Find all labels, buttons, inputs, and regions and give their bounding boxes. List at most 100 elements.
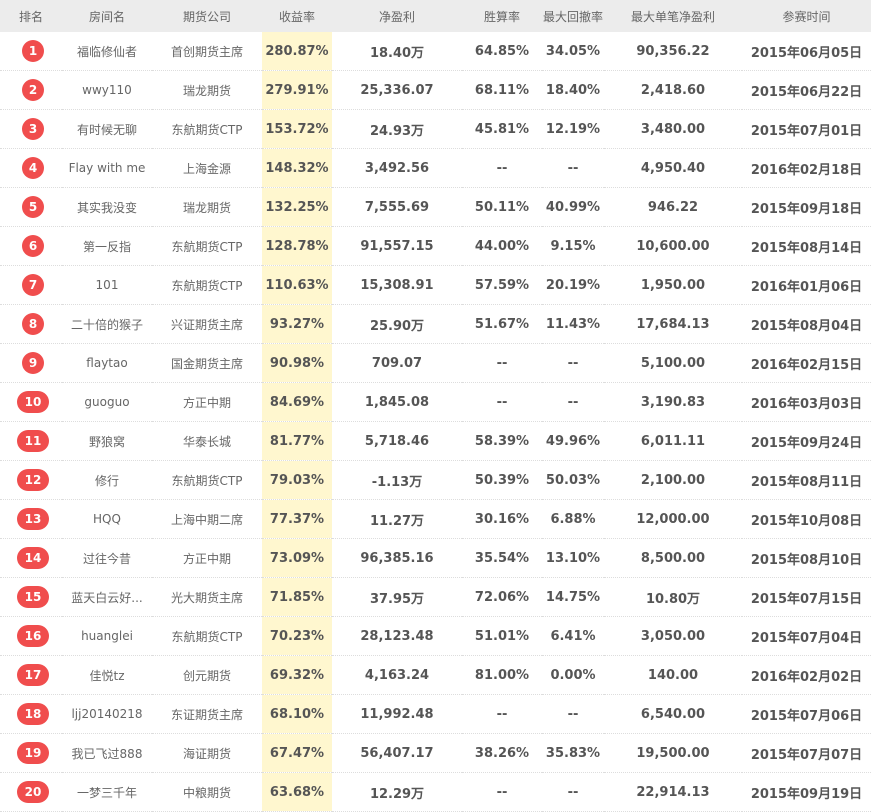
- max-single-profit-cell: 2,418.60: [604, 70, 742, 110]
- table-body: 1 福临修仙者 首创期货主席 280.87% 18.40万 64.85% 34.05% 90,…: [0, 32, 871, 812]
- col-header-room[interactable]: 房间名: [62, 0, 152, 32]
- col-header-return-rate[interactable]: 收益率: [262, 0, 332, 32]
- col-header-rank[interactable]: 排名: [0, 0, 62, 32]
- join-time-cell: 2015年09月24日: [742, 421, 871, 461]
- table-row[interactable]: 4 Flay with me 上海金源 148.32% 3,492.56 -- -- 4,95…: [0, 148, 871, 188]
- table-row[interactable]: 20 一梦三千年 中粮期货 63.68% 12.29万 -- -- 22,914.13 2015…: [0, 772, 871, 812]
- room-name-link[interactable]: 佳悦tz: [89, 669, 124, 683]
- room-name-cell[interactable]: 我已飞过888: [62, 733, 152, 773]
- net-profit-cell: 11,992.48: [332, 694, 462, 734]
- win-rate-cell: 72.06%: [462, 577, 542, 617]
- rank-cell: 14: [0, 538, 62, 578]
- room-name-cell[interactable]: 福临修仙者: [62, 32, 152, 71]
- max-single-profit-cell: 3,190.83: [604, 382, 742, 422]
- table-row[interactable]: 6 第一反指 东航期货CTP 128.78% 91,557.15 44.00% 9.15% 1…: [0, 226, 871, 266]
- room-name-cell[interactable]: 佳悦tz: [62, 655, 152, 695]
- table-row[interactable]: 18 ljj20140218 东证期货主席 68.10% 11,992.48 -- -- 6,…: [0, 694, 871, 734]
- room-name-link[interactable]: 有时候无聊: [77, 123, 137, 137]
- max-drawdown-cell: --: [542, 772, 604, 812]
- col-header-max-drawdown[interactable]: 最大回撤率: [542, 0, 604, 32]
- max-drawdown-cell: 6.88%: [542, 499, 604, 539]
- table-row[interactable]: 10 guoguo 方正中期 84.69% 1,845.08 -- -- 3,190.83 20…: [0, 382, 871, 422]
- company-cell: 东航期货CTP: [152, 265, 262, 305]
- room-name-cell[interactable]: 其实我没变: [62, 187, 152, 227]
- net-profit-cell: 56,407.17: [332, 733, 462, 773]
- company-cell: 东航期货CTP: [152, 616, 262, 656]
- room-name-cell[interactable]: 过往今昔: [62, 538, 152, 578]
- col-header-net-profit[interactable]: 净盈利: [332, 0, 462, 32]
- win-rate-cell: 68.11%: [462, 70, 542, 110]
- max-single-profit-cell: 2,100.00: [604, 460, 742, 500]
- net-profit-cell: 25,336.07: [332, 70, 462, 110]
- room-name-link[interactable]: 其实我没变: [77, 201, 137, 215]
- rank-cell: 6: [0, 226, 62, 266]
- room-name-cell[interactable]: guoguo: [62, 382, 152, 422]
- room-name-link[interactable]: guoguo: [84, 395, 129, 409]
- table-row[interactable]: 19 我已飞过888 海证期货 67.47% 56,407.17 38.26% 35.83%…: [0, 733, 871, 773]
- ranking-table: 排名 房间名 期货公司 收益率 净盈利 胜算率 最大回撤率 最大单笔净盈利 参赛…: [0, 0, 871, 812]
- room-name-link[interactable]: 第一反指: [83, 240, 131, 254]
- room-name-link[interactable]: ljj20140218: [71, 707, 142, 721]
- table-row[interactable]: 16 huanglei 东航期货CTP 70.23% 28,123.48 51.01% 6.…: [0, 616, 871, 656]
- company-cell: 上海金源: [152, 148, 262, 188]
- room-name-cell[interactable]: Flay with me: [62, 148, 152, 188]
- col-header-win-rate[interactable]: 胜算率: [462, 0, 542, 32]
- table-row[interactable]: 12 修行 东航期货CTP 79.03% -1.13万 50.39% 50.03% 2,100…: [0, 460, 871, 500]
- max-single-profit-cell: 140.00: [604, 655, 742, 695]
- return-rate-cell: 67.47%: [262, 733, 332, 773]
- table-row[interactable]: 3 有时候无聊 东航期货CTP 153.72% 24.93万 45.81% 12.19% 3,…: [0, 109, 871, 149]
- table-row[interactable]: 11 野狼窝 华泰长城 81.77% 5,718.46 58.39% 49.96% 6,011…: [0, 421, 871, 461]
- room-name-link[interactable]: 修行: [95, 474, 119, 488]
- table-row[interactable]: 13 HQQ 上海中期二席 77.37% 11.27万 30.16% 6.88% 12,000…: [0, 499, 871, 539]
- room-name-link[interactable]: 一梦三千年: [77, 786, 137, 800]
- room-name-link[interactable]: 二十倍的猴子: [71, 318, 143, 332]
- room-name-cell[interactable]: wwy110: [62, 70, 152, 110]
- room-name-cell[interactable]: 蓝天白云好...: [62, 577, 152, 617]
- room-name-link[interactable]: HQQ: [93, 512, 121, 526]
- room-name-link[interactable]: 101: [96, 278, 119, 292]
- table-row[interactable]: 5 其实我没变 瑞龙期货 132.25% 7,555.69 50.11% 40.99% 946…: [0, 187, 871, 227]
- table-row[interactable]: 9 flaytao 国金期货主席 90.98% 709.07 -- -- 5,100.00 20…: [0, 343, 871, 383]
- room-name-cell[interactable]: 二十倍的猴子: [62, 304, 152, 344]
- table-row[interactable]: 15 蓝天白云好... 光大期货主席 71.85% 37.95万 72.06% 14.75%…: [0, 577, 871, 617]
- room-name-link[interactable]: huanglei: [81, 629, 133, 643]
- room-name-cell[interactable]: 有时候无聊: [62, 109, 152, 149]
- room-name-cell[interactable]: huanglei: [62, 616, 152, 656]
- room-name-cell[interactable]: flaytao: [62, 343, 152, 383]
- table-row[interactable]: 2 wwy110 瑞龙期货 279.91% 25,336.07 68.11% 18.40% 2…: [0, 70, 871, 110]
- join-time-cell: 2015年09月19日: [742, 772, 871, 812]
- room-name-link[interactable]: 过往今昔: [83, 552, 131, 566]
- table-row[interactable]: 1 福临修仙者 首创期货主席 280.87% 18.40万 64.85% 34.05% 90,…: [0, 32, 871, 71]
- rank-cell: 4: [0, 148, 62, 188]
- room-name-link[interactable]: 我已飞过888: [72, 747, 143, 761]
- table-row[interactable]: 7 101 东航期货CTP 110.63% 15,308.91 57.59% 20.19% 1…: [0, 265, 871, 305]
- col-header-company[interactable]: 期货公司: [152, 0, 262, 32]
- win-rate-cell: 64.85%: [462, 32, 542, 71]
- room-name-link[interactable]: 野狼窝: [89, 435, 125, 449]
- room-name-link[interactable]: 福临修仙者: [77, 45, 137, 59]
- room-name-cell[interactable]: HQQ: [62, 499, 152, 539]
- rank-badge: 7: [22, 274, 44, 296]
- room-name-cell[interactable]: ljj20140218: [62, 694, 152, 734]
- room-name-link[interactable]: flaytao: [86, 356, 127, 370]
- room-name-link[interactable]: Flay with me: [69, 161, 146, 175]
- room-name-cell[interactable]: 101: [62, 265, 152, 305]
- col-header-join-time[interactable]: 参赛时间: [742, 0, 871, 32]
- rank-cell: 15: [0, 577, 62, 617]
- table-row[interactable]: 17 佳悦tz 创元期货 69.32% 4,163.24 81.00% 0.00% 140.0…: [0, 655, 871, 695]
- net-profit-cell: 1,845.08: [332, 382, 462, 422]
- room-name-cell[interactable]: 第一反指: [62, 226, 152, 266]
- room-name-cell[interactable]: 野狼窝: [62, 421, 152, 461]
- table-row[interactable]: 8 二十倍的猴子 兴证期货主席 93.27% 25.90万 51.67% 11.43% 17,…: [0, 304, 871, 344]
- room-name-link[interactable]: 蓝天白云好...: [71, 591, 142, 605]
- join-time-cell: 2015年07月07日: [742, 733, 871, 773]
- company-cell: 中粮期货: [152, 772, 262, 812]
- rank-cell: 8: [0, 304, 62, 344]
- room-name-cell[interactable]: 一梦三千年: [62, 772, 152, 812]
- max-single-profit-cell: 3,050.00: [604, 616, 742, 656]
- room-name-cell[interactable]: 修行: [62, 460, 152, 500]
- room-name-link[interactable]: wwy110: [82, 83, 132, 97]
- table-row[interactable]: 14 过往今昔 方正中期 73.09% 96,385.16 35.54% 13.10% 8,5…: [0, 538, 871, 578]
- col-header-max-single[interactable]: 最大单笔净盈利: [604, 0, 742, 32]
- net-profit-cell: 15,308.91: [332, 265, 462, 305]
